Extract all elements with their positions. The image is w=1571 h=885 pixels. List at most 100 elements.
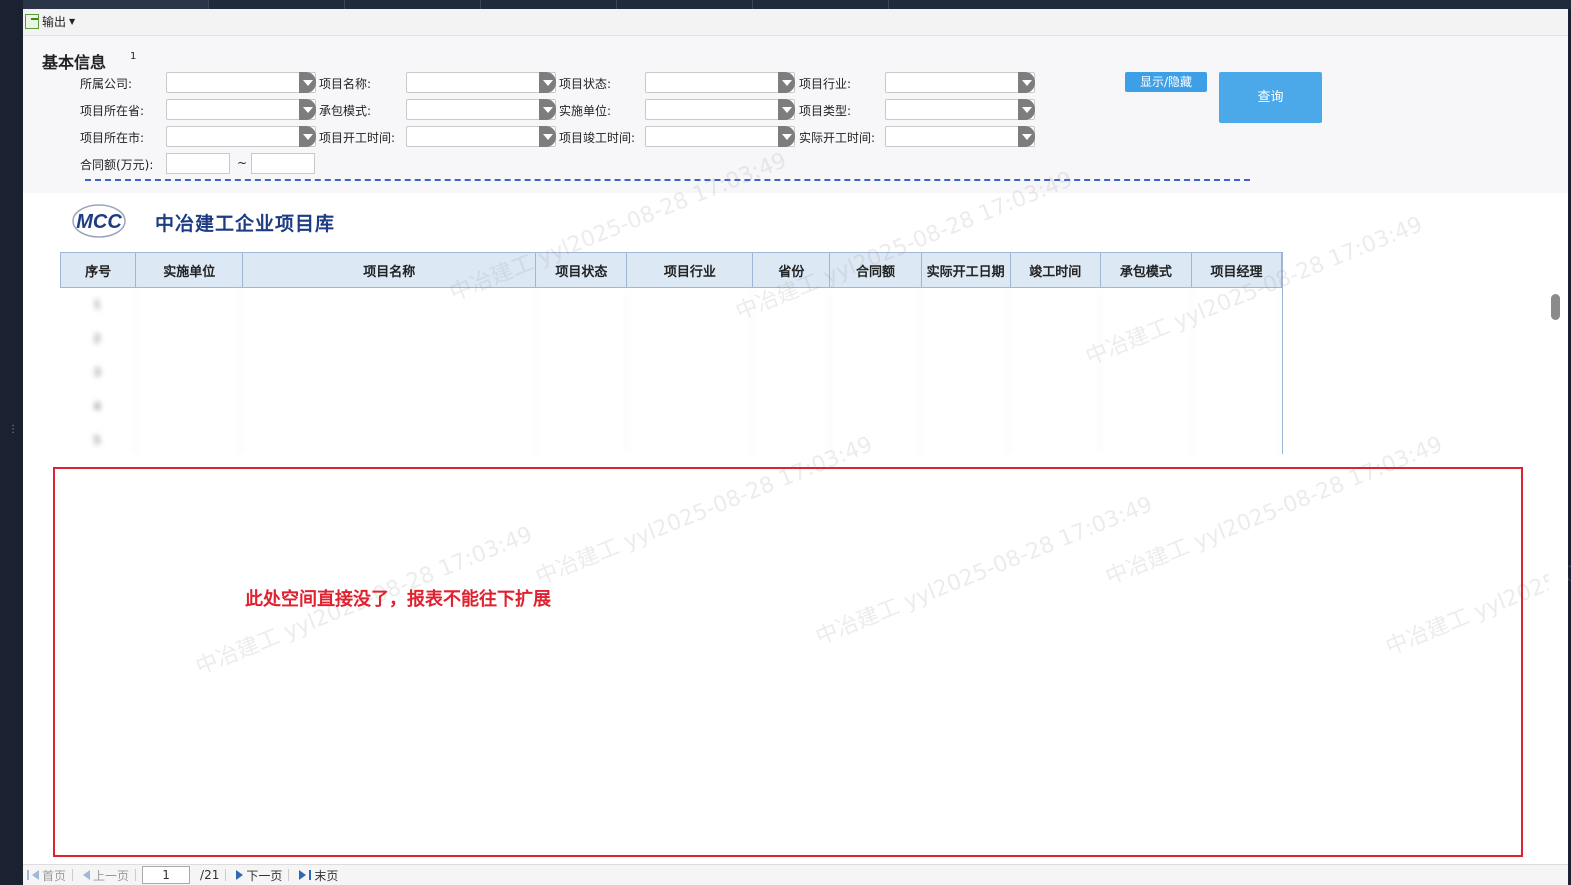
project-status-select[interactable]	[645, 72, 795, 93]
tab[interactable]	[752, 0, 889, 9]
contract-mode-select[interactable]	[406, 99, 556, 120]
dropdown-arrow-icon[interactable]	[778, 99, 795, 120]
actual-start-time-select[interactable]	[885, 126, 1035, 147]
table-cell	[1192, 424, 1282, 454]
tab[interactable]	[616, 0, 753, 9]
contract-amount-min-input[interactable]	[166, 153, 230, 174]
contract-amount-max-input[interactable]	[251, 153, 315, 174]
dropdown-arrow-icon[interactable]	[299, 72, 316, 93]
column-header[interactable]: 省份	[753, 252, 831, 288]
project-name-link[interactable]	[242, 322, 536, 356]
table-header: 序号 实施单位 项目名称 项目状态 项目行业 省份 合同额 实际开工日期 竣工时间 承包模式 项目经…	[60, 252, 1282, 288]
label-province: 项目所在省:	[80, 104, 145, 118]
annotation-text: 此处空间直接没了，报表不能往下扩展	[245, 589, 551, 610]
project-name-link[interactable]	[242, 356, 536, 390]
toggle-visibility-button[interactable]: 显示/隐藏	[1125, 72, 1207, 92]
last-page-button[interactable]: 末页	[299, 867, 338, 884]
first-bar-icon	[27, 870, 29, 880]
tab[interactable]	[344, 0, 481, 9]
window-top-bar	[0, 0, 1571, 9]
table-row[interactable]: 4	[60, 390, 1282, 424]
table-row[interactable]: 3	[60, 356, 1282, 390]
column-header[interactable]: 项目状态	[536, 252, 628, 288]
table-cell: 4	[60, 390, 136, 424]
query-panel: 基本信息 1 所属公司: 项目名称: 项目状态: 项目行业: 项目所在省: 承包…	[23, 36, 1568, 193]
first-page-button[interactable]: 首页	[27, 867, 66, 884]
table-cell	[1192, 322, 1282, 356]
column-header[interactable]: 项目经理	[1191, 252, 1282, 288]
city-select[interactable]	[166, 126, 316, 147]
report-app: 输出 ▼ 基本信息 1 所属公司: 项目名称: 项目状态: 项目行业: 项目所在…	[23, 9, 1571, 885]
label-city: 项目所在市:	[80, 131, 145, 145]
label-project-status: 项目状态:	[559, 77, 612, 91]
tab[interactable]	[480, 0, 617, 9]
dropdown-arrow-icon[interactable]	[299, 126, 316, 147]
vertical-scrollbar[interactable]	[1549, 234, 1568, 874]
dropdown-arrow-icon[interactable]	[1018, 99, 1035, 120]
company-select[interactable]	[166, 72, 316, 93]
project-name-link[interactable]	[242, 390, 536, 424]
column-header[interactable]: 实际开工日期	[921, 252, 1011, 288]
export-button[interactable]: 输出 ▼	[25, 13, 75, 30]
table-cell	[536, 390, 627, 424]
column-header[interactable]: 实施单位	[136, 252, 244, 288]
table-cell	[135, 322, 243, 356]
table-cell	[1101, 390, 1192, 424]
column-header[interactable]: 合同额	[830, 252, 922, 288]
column-header[interactable]: 序号	[60, 252, 137, 288]
table-cell	[1101, 322, 1192, 356]
project-name-link[interactable]	[242, 424, 536, 454]
start-time-select[interactable]	[406, 126, 556, 147]
table-cell	[536, 356, 627, 390]
completion-time-select[interactable]	[645, 126, 795, 147]
table-cell	[627, 322, 753, 356]
table-cell	[627, 288, 753, 322]
table-cell	[830, 424, 922, 454]
province-select[interactable]	[166, 99, 316, 120]
dropdown-arrow-icon[interactable]	[539, 99, 556, 120]
dropdown-arrow-icon[interactable]	[539, 126, 556, 147]
column-header[interactable]: 承包模式	[1100, 252, 1192, 288]
dropdown-arrow-icon[interactable]	[1018, 126, 1035, 147]
tab[interactable]	[208, 0, 345, 9]
table-cell	[921, 322, 1011, 356]
export-icon	[25, 14, 39, 29]
next-page-button[interactable]: 下一页	[236, 867, 282, 884]
page-number-input[interactable]: 1	[142, 866, 191, 884]
column-header[interactable]: 项目名称	[243, 252, 537, 288]
export-label: 输出	[42, 15, 67, 29]
table-row[interactable]: 2	[60, 322, 1282, 356]
prev-page-button[interactable]: 上一页	[83, 867, 129, 884]
project-name-select[interactable]	[406, 72, 556, 93]
drag-handle-icon[interactable]: ⋮	[8, 425, 18, 435]
project-name-link[interactable]	[242, 288, 536, 322]
pagination-bar: 首页 上一页 1 /21 下一页 末页	[23, 864, 1568, 885]
table-cell	[1101, 424, 1192, 454]
dropdown-arrow-icon[interactable]	[539, 72, 556, 93]
section-divider	[85, 179, 1250, 181]
tab-active[interactable]	[23, 0, 209, 9]
project-type-select[interactable]	[885, 99, 1035, 120]
table-cell	[921, 390, 1011, 424]
query-button[interactable]: 查询	[1219, 72, 1322, 123]
dropdown-arrow-icon[interactable]	[778, 126, 795, 147]
table-cell	[830, 356, 922, 390]
table-cell	[627, 424, 753, 454]
industry-select[interactable]	[885, 72, 1035, 93]
column-header[interactable]: 竣工时间	[1010, 252, 1101, 288]
scrollbar-thumb[interactable]	[1551, 294, 1560, 320]
table-cell	[830, 322, 922, 356]
table-cell	[1101, 356, 1192, 390]
dropdown-arrow-icon[interactable]	[778, 72, 795, 93]
table-cell	[627, 390, 753, 424]
table-cell	[536, 288, 627, 322]
dropdown-arrow-icon[interactable]	[1018, 72, 1035, 93]
table-row[interactable]: 5	[60, 424, 1282, 454]
table-row[interactable]: 1	[60, 288, 1282, 322]
table-cell: 5	[60, 424, 136, 454]
dropdown-arrow-icon[interactable]	[299, 99, 316, 120]
implementing-unit-select[interactable]	[645, 99, 795, 120]
first-page-icon	[32, 870, 39, 880]
table-cell	[536, 424, 627, 454]
column-header[interactable]: 项目行业	[627, 252, 754, 288]
